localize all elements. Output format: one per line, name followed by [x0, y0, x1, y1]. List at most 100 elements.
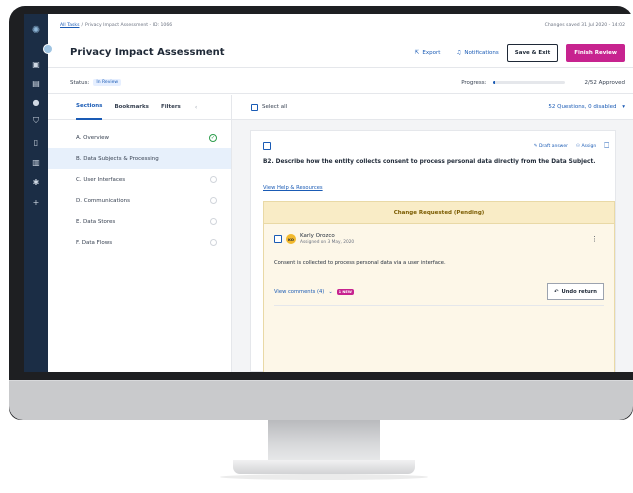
assigned-date: Assigned on 3 May, 2020 — [300, 240, 355, 245]
status-label: Status: — [70, 79, 90, 86]
status-circle-icon — [210, 155, 217, 162]
home-icon[interactable]: ▣ — [24, 54, 48, 74]
left-rail: ✺ ▣ ▤ ● ⛉ ▯ ▥ ✱ + — [24, 14, 48, 372]
pencil-icon: ✎ — [533, 143, 538, 149]
sections-panel: Sections Bookmarks Filters ‹ A. Overview… — [48, 95, 232, 372]
undo-return-button[interactable]: ↶ Undo return — [547, 283, 604, 300]
avatar: KO — [286, 234, 296, 244]
progress-label: Progress: — [461, 79, 487, 86]
comment-entry: KO Karly Orozco Assigned on 3 May, 2020 … — [274, 233, 604, 300]
question-text: B2. Describe how the entity collects con… — [263, 159, 596, 165]
stand-shadow — [220, 474, 428, 480]
bookmark-icon[interactable]: ⎕ — [604, 141, 609, 151]
questions-summary: 52 Questions, 0 disabled — [548, 104, 617, 110]
section-label: D. Communications — [76, 197, 130, 204]
question-toolbar: Select all 52 Questions, 0 disabled ▾ — [232, 95, 633, 120]
shield-icon[interactable]: ⛉ — [24, 111, 48, 131]
comment-text: Consent is collected to process personal… — [274, 260, 446, 266]
section-label: A. Overview — [76, 134, 110, 141]
select-all-checkbox[interactable] — [251, 103, 258, 111]
export-button[interactable]: ⇱ Export — [415, 50, 441, 56]
change-request-box: Change Requested (Pending) KO Karly Oroz… — [263, 201, 615, 372]
collapse-panel-icon[interactable]: ‹ — [195, 104, 197, 111]
status-circle-icon — [210, 197, 217, 204]
status-circle-icon — [210, 218, 217, 225]
check-circle-icon: ✓ — [209, 133, 217, 142]
question-checkbox[interactable] — [263, 142, 271, 150]
section-list: A. Overview ✓ B. Data Subjects & Process… — [48, 120, 231, 253]
new-badge: 1 NEW — [336, 288, 354, 295]
question-panel: Select all 52 Questions, 0 disabled ▾ ✎ … — [232, 95, 633, 372]
select-all-control[interactable]: Select all — [251, 103, 288, 111]
assign-label: Assign — [581, 143, 597, 149]
building-icon[interactable]: ▤ — [24, 73, 48, 93]
status-circle-icon — [210, 176, 217, 183]
section-label: F. Data Flows — [76, 239, 113, 246]
question-card: ✎ Draft answer ⚇ Assign ⎕ B2. Describe h… — [250, 130, 616, 372]
page-header: Privacy Impact Assessment ⇱ Export ♫ Not… — [48, 38, 633, 68]
draft-answer-button[interactable]: ✎ Draft answer — [534, 144, 568, 149]
chevron-down-icon: ⌄ — [328, 288, 333, 295]
section-label: B. Data Subjects & Processing — [76, 155, 159, 162]
app-logo-icon[interactable]: ✺ — [24, 20, 48, 40]
library-icon[interactable]: ▥ — [24, 152, 48, 172]
view-comments-toggle[interactable]: View comments (4) ⌄ 1 NEW — [274, 288, 354, 295]
save-status: Changes saved 31 Jul 2020 - 14:02 — [544, 22, 625, 28]
section-item-data-subjects[interactable]: B. Data Subjects & Processing — [48, 148, 231, 169]
notifications-button[interactable]: ♫ Notifications — [456, 50, 498, 56]
plus-icon[interactable]: + — [24, 192, 48, 212]
save-exit-button[interactable]: Save & Exit — [506, 43, 559, 62]
status-badge: In Review — [93, 79, 122, 86]
settings-icon[interactable]: ✱ — [24, 172, 48, 192]
breadcrumb: All Tasks / Privacy Impact Assessment - … — [60, 23, 172, 28]
progress-fill — [492, 81, 496, 84]
approved-count: 2/52 Approved — [584, 79, 625, 86]
tab-bookmarks[interactable]: Bookmarks — [114, 95, 149, 120]
section-item-communications[interactable]: D. Communications — [48, 190, 231, 211]
select-all-label: Select all — [262, 104, 288, 110]
assign-button[interactable]: ⚇ Assign — [576, 144, 596, 149]
breadcrumb-root-link[interactable]: All Tasks — [60, 23, 79, 28]
globe-icon[interactable]: ● — [24, 92, 48, 112]
section-item-data-stores[interactable]: E. Data Stores — [48, 211, 231, 232]
progress-bar — [492, 81, 565, 84]
undo-icon: ↶ — [554, 288, 559, 295]
breadcrumb-current: Privacy Impact Assessment - ID: 1066 — [85, 22, 173, 28]
status-circle-icon — [210, 239, 217, 246]
more-options-icon[interactable]: ⋮ — [591, 235, 598, 243]
questions-dropdown[interactable]: 52 Questions, 0 disabled ▾ — [548, 104, 625, 110]
header-actions: ⇱ Export ♫ Notifications Save & Exit Fin… — [415, 43, 625, 62]
author-info: Karly Orozco Assigned on 3 May, 2020 — [300, 233, 354, 245]
section-label: C. User Interfaces — [76, 176, 126, 183]
help-resources-link[interactable]: View Help & Resources — [263, 185, 323, 191]
section-item-overview[interactable]: A. Overview ✓ — [48, 127, 231, 148]
change-request-title: Change Requested (Pending) — [264, 202, 614, 224]
view-comments-label: View comments (4) — [274, 288, 325, 295]
app-screen: ✺ ▣ ▤ ● ⛉ ▯ ▥ ✱ + All Tasks / Privacy Im… — [24, 14, 633, 372]
section-item-user-interfaces[interactable]: C. User Interfaces — [48, 169, 231, 190]
users-icon: ⚇ — [575, 143, 581, 149]
export-label: Export — [422, 49, 441, 56]
monitor-chin — [9, 380, 633, 420]
breadcrumb-bar: All Tasks / Privacy Impact Assessment - … — [48, 14, 633, 36]
section-item-data-flows[interactable]: F. Data Flows — [48, 232, 231, 253]
finish-review-button[interactable]: Finish Review — [566, 43, 625, 62]
draft-answer-label: Draft answer — [538, 143, 568, 149]
chevron-down-icon: ▾ — [622, 104, 625, 110]
comment-divider — [274, 305, 604, 306]
section-label: E. Data Stores — [76, 218, 116, 225]
breadcrumb-separator: / — [81, 22, 84, 28]
status-group: Status: In Review — [70, 79, 122, 86]
document-icon[interactable]: ▯ — [24, 132, 48, 152]
export-icon: ⇱ — [414, 49, 420, 56]
notifications-label: Notifications — [464, 49, 499, 56]
status-bar: Status: In Review Progress: 2/52 Approve… — [48, 72, 633, 94]
card-actions: ✎ Draft answer ⚇ Assign ⎕ — [534, 141, 609, 151]
comment-author-row: KO Karly Orozco Assigned on 3 May, 2020 — [274, 233, 604, 245]
undo-return-label: Undo return — [561, 288, 598, 295]
panel-tabs: Sections Bookmarks Filters ‹ — [48, 95, 231, 120]
author-name: Karly Orozco — [300, 233, 335, 239]
tab-sections[interactable]: Sections — [76, 95, 103, 120]
comment-checkbox[interactable] — [274, 235, 282, 243]
tab-filters[interactable]: Filters — [161, 95, 181, 120]
